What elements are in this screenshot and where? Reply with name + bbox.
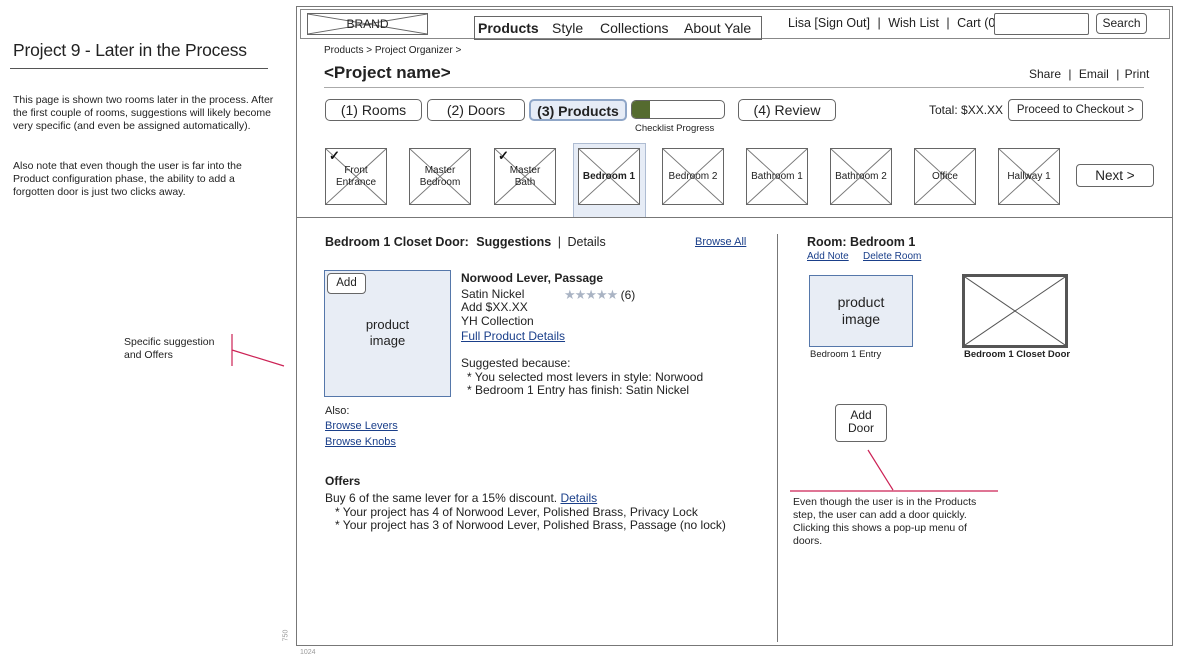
browse-all-link[interactable]: Browse All xyxy=(695,236,746,248)
share-separator: | xyxy=(1116,67,1120,81)
wish-list-link[interactable]: Wish List xyxy=(888,16,939,30)
also-label: Also: xyxy=(325,405,350,417)
rating-stars-icon: ★★★★★ xyxy=(564,287,618,302)
room-heading: Room: Bedroom 1 xyxy=(807,235,916,249)
email-link[interactable]: Email xyxy=(1079,67,1109,81)
offer-line: * Your project has 4 of Norwood Lever, P… xyxy=(335,505,698,519)
product-image-label: product image xyxy=(365,317,410,348)
nav-products[interactable]: Products xyxy=(478,17,539,39)
closet-door-caption: Bedroom 1 Closet Door xyxy=(964,349,1071,360)
project-name-title[interactable]: <Project name> xyxy=(324,63,451,83)
checklist-progress-label: Checklist Progress xyxy=(635,123,715,134)
add-door-label: Add Door xyxy=(847,408,874,435)
step-review-button[interactable]: (4) Review xyxy=(738,99,836,121)
add-product-button[interactable]: Add xyxy=(327,273,366,294)
nav-about-yale[interactable]: About Yale xyxy=(684,17,751,39)
proceed-to-checkout-button[interactable]: Proceed to Checkout > xyxy=(1008,99,1143,121)
user-link-separator: | xyxy=(946,16,950,30)
step-products-button[interactable]: (3) Products xyxy=(529,99,627,121)
full-product-details-link[interactable]: Full Product Details xyxy=(461,329,565,343)
room-tile-label: Bedroom 2 xyxy=(668,170,718,182)
room-tile-label: Bathroom 2 xyxy=(835,170,887,182)
room-tile-master-bedroom[interactable]: Master Bedroom xyxy=(409,148,471,205)
entry-door-caption: Bedroom 1 Entry xyxy=(810,349,882,360)
room-strip-divider xyxy=(297,217,1173,218)
share-links: Share | Email | Print xyxy=(1029,67,1149,81)
step-rooms-button[interactable]: (1) Rooms xyxy=(325,99,422,121)
share-separator: | xyxy=(1068,67,1072,81)
checkmark-icon: ✓ xyxy=(329,148,340,163)
add-note-link[interactable]: Add Note xyxy=(807,251,849,262)
offer-main: Buy 6 of the same lever for a 15% discou… xyxy=(325,491,597,505)
suggested-because-label: Suggested because: xyxy=(461,356,571,370)
browse-levers-link[interactable]: Browse Levers xyxy=(325,420,398,432)
room-tile-label: Hallway 1 xyxy=(1007,170,1051,182)
share-link[interactable]: Share xyxy=(1029,67,1061,81)
breadcrumb: Products > Project Organizer > xyxy=(324,45,462,56)
room-tile-bathroom-2[interactable]: Bathroom 2 xyxy=(830,148,892,205)
tab-details[interactable]: Details xyxy=(567,235,605,249)
room-tile-office[interactable]: Office xyxy=(914,148,976,205)
room-tile-bathroom-1[interactable]: Bathroom 1 xyxy=(746,148,808,205)
page-width-mark: 1024 xyxy=(300,649,316,656)
room-tile-label: Office xyxy=(932,170,958,182)
entry-door-image-label: product image xyxy=(837,294,885,327)
next-rooms-button[interactable]: Next > xyxy=(1076,164,1154,187)
tab-suggestions[interactable]: Suggestions xyxy=(476,235,551,249)
closet-door-heading: Bedroom 1 Closet Door: Suggestions | Det… xyxy=(325,235,606,249)
room-tile-front-entrance[interactable]: Front Entrance ✓ xyxy=(325,148,387,205)
checkmark-icon: ✓ xyxy=(498,148,509,163)
room-tile-hallway-1[interactable]: Hallway 1 xyxy=(998,148,1060,205)
main-nav: Products Style Collections About Yale xyxy=(474,16,762,40)
order-total: Total: $XX.XX xyxy=(929,103,1004,117)
page-height-mark: 750 xyxy=(282,629,290,642)
tab-separator: | xyxy=(557,235,561,249)
room-tile-label: Master Bedroom xyxy=(419,164,461,188)
delete-room-link[interactable]: Delete Room xyxy=(863,251,921,262)
product-finish: Satin Nickel xyxy=(461,287,525,301)
suggestion-callout-line xyxy=(231,334,285,367)
room-tile-label: Bedroom 1 xyxy=(582,170,636,182)
search-input[interactable] xyxy=(994,13,1089,35)
closet-door-image[interactable] xyxy=(962,274,1068,348)
offer-details-link[interactable]: Details xyxy=(560,491,597,505)
annotation-add-door-note: Even though the user is in the Products … xyxy=(793,496,977,547)
brand-logo[interactable]: BRAND xyxy=(307,13,428,35)
user-links: Lisa [Sign Out] | Wish List | Cart (0) xyxy=(788,16,1000,30)
product-price: Add $XX.XX xyxy=(461,300,528,314)
offers-heading: Offers xyxy=(325,474,361,488)
entry-door-image[interactable]: product image xyxy=(809,275,913,347)
rating-count: (6) xyxy=(620,288,636,302)
product-name: Norwood Lever, Passage xyxy=(461,271,604,285)
offer-line: * Your project has 3 of Norwood Lever, P… xyxy=(335,518,726,532)
room-tile-label: Bathroom 1 xyxy=(751,170,803,182)
search-button[interactable]: Search xyxy=(1096,13,1147,34)
browse-knobs-link[interactable]: Browse Knobs xyxy=(325,436,396,448)
nav-collections[interactable]: Collections xyxy=(600,17,668,39)
panel-divider xyxy=(777,234,778,642)
product-rating: ★★★★★ (6) xyxy=(564,287,635,303)
suggestion-reason: * You selected most levers in style: Nor… xyxy=(467,370,704,384)
offer-main-text: Buy 6 of the same lever for a 15% discou… xyxy=(325,491,558,505)
product-collection: YH Collection xyxy=(461,314,534,328)
room-tile-label: Front Entrance xyxy=(335,164,377,188)
room-tile-label: Master Bath xyxy=(509,164,541,188)
checklist-progress-fill xyxy=(632,101,651,118)
room-tile-bedroom-1[interactable]: Bedroom 1 xyxy=(578,148,640,205)
brand-label: BRAND xyxy=(346,17,389,31)
step-doors-button[interactable]: (2) Doors xyxy=(427,99,525,121)
print-link[interactable]: Print xyxy=(1125,67,1150,81)
checklist-progress-bar xyxy=(631,100,725,119)
user-sign-out-link[interactable]: Lisa [Sign Out] xyxy=(788,16,870,30)
closet-door-title: Bedroom 1 Closet Door: xyxy=(325,235,469,249)
add-door-button[interactable]: Add Door xyxy=(835,404,887,442)
suggestion-reason: * Bedroom 1 Entry has finish: Satin Nick… xyxy=(467,383,690,397)
room-tile-bedroom-2[interactable]: Bedroom 2 xyxy=(662,148,724,205)
title-rule xyxy=(324,87,1144,88)
user-link-separator: | xyxy=(877,16,881,30)
nav-style[interactable]: Style xyxy=(552,17,583,39)
room-tile-master-bath[interactable]: Master Bath ✓ xyxy=(494,148,556,205)
